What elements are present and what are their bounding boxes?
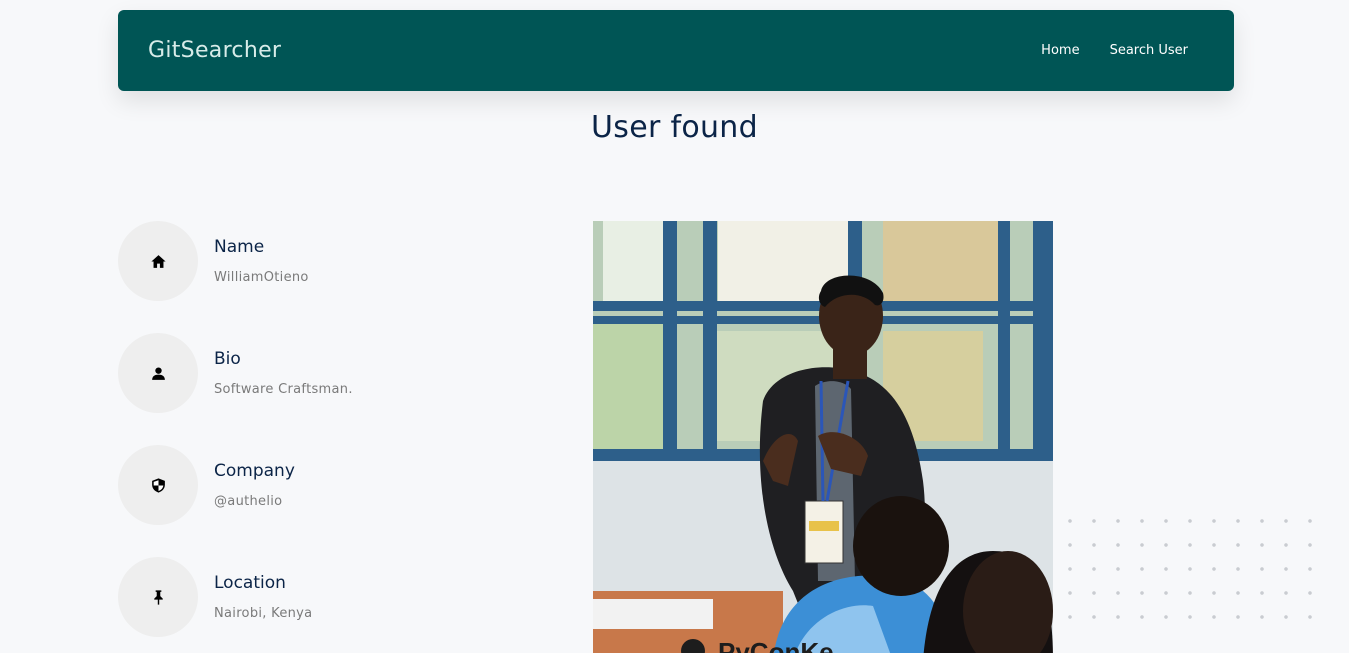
nav-search-user-link[interactable]: Search User (1110, 43, 1188, 58)
field-value: Nairobi, Kenya (214, 606, 313, 621)
profile-field-name: Name WilliamOtieno (118, 221, 353, 333)
field-label: Location (214, 573, 286, 593)
field-value: @authelio (214, 494, 283, 509)
top-navbar: GitSearcher Home Search User (118, 10, 1234, 91)
user-avatar-photo: PyConKe (593, 221, 1053, 653)
field-value: Software Craftsman. (214, 382, 353, 397)
nav-links: Home Search User (1041, 43, 1188, 58)
page-title: User found (591, 110, 758, 145)
profile-field-bio: Bio Software Craftsman. (118, 333, 353, 445)
shield-icon (118, 445, 198, 525)
decorative-dot-grid (1058, 509, 1318, 639)
field-label: Name (214, 237, 265, 257)
nav-home-link[interactable]: Home (1041, 43, 1079, 58)
pin-icon (118, 557, 198, 637)
profile-field-location: Location Nairobi, Kenya (118, 557, 353, 653)
field-value: WilliamOtieno (214, 270, 309, 285)
home-icon (118, 221, 198, 301)
profile-info-list: Name WilliamOtieno Bio Software Craftsma… (118, 221, 353, 653)
profile-field-company: Company @authelio (118, 445, 353, 557)
photo-banner-text: PyConKe (718, 637, 834, 653)
user-icon (118, 333, 198, 413)
field-label: Bio (214, 349, 241, 369)
field-label: Company (214, 461, 295, 481)
brand-logo[interactable]: GitSearcher (148, 38, 281, 63)
